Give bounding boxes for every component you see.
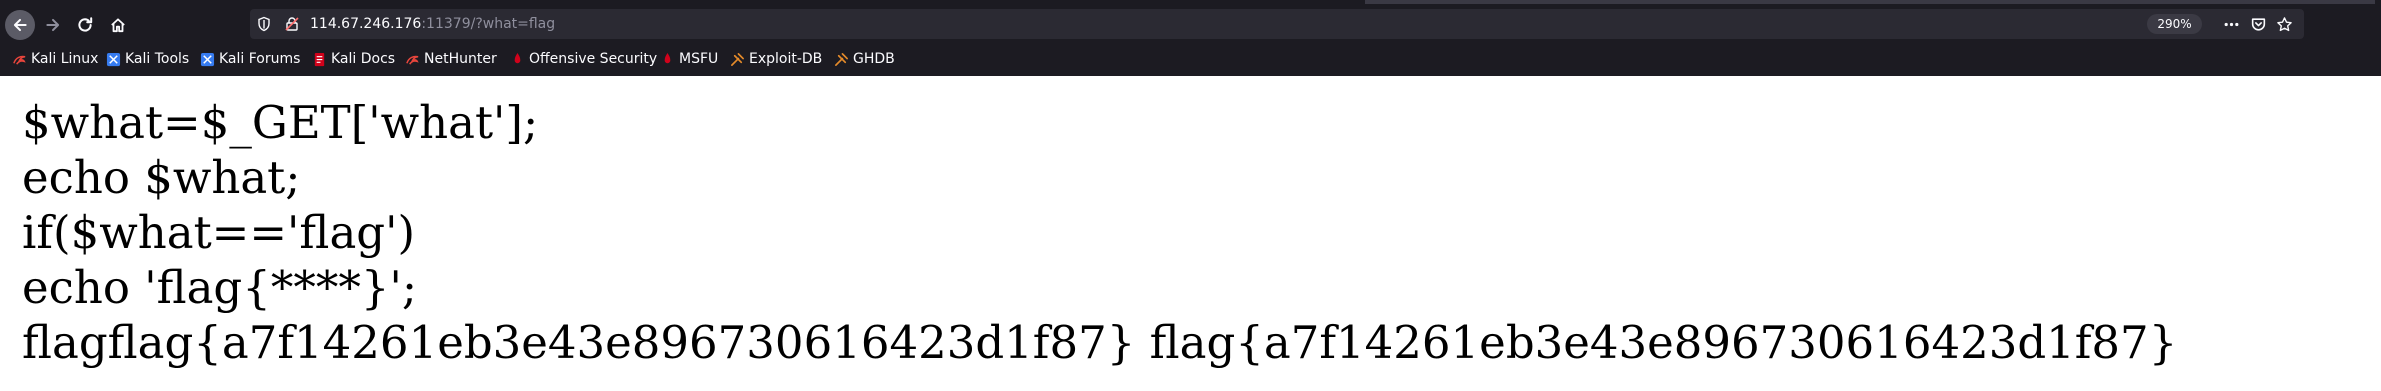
exploit-db-icon <box>731 52 744 66</box>
url-text[interactable]: 114.67.246.176:11379/?what=flag <box>310 9 555 39</box>
offsec-icon <box>514 52 521 63</box>
pocket-icon <box>2251 17 2265 31</box>
code-line: if($what=='flag') <box>22 206 416 259</box>
bookmark-label: Kali Linux <box>31 51 99 67</box>
bookmark-nethunter[interactable]: NetHunter <box>405 47 497 71</box>
code-line: echo $what; <box>22 151 301 204</box>
bookmark-label: Kali Forums <box>219 51 301 67</box>
bookmark-label: Exploit-DB <box>749 51 823 67</box>
bookmark-kali-linux[interactable]: Kali Linux <box>12 47 98 71</box>
bookmark-ghdb[interactable]: GHDB <box>834 47 895 71</box>
tab-strip-edge <box>1365 0 2375 4</box>
more-horizontal-icon <box>2224 22 2238 26</box>
pocket-button[interactable] <box>2248 14 2268 34</box>
bookmarks-toolbar: Kali Linux Kali Tools Kali Forums Kali D… <box>0 47 2381 71</box>
home-icon <box>111 18 125 33</box>
kali-dragon-icon <box>13 55 26 65</box>
star-icon <box>2276 16 2292 31</box>
shield-icon[interactable] <box>256 16 272 32</box>
url-host: 114.67.246.176 <box>310 16 422 32</box>
exploit-db-icon <box>835 52 848 66</box>
kali-docs-icon <box>314 52 325 66</box>
code-line: $what=$_GET['what']; <box>22 96 539 149</box>
bookmark-label: Offensive Security <box>529 51 658 67</box>
offsec-icon <box>664 52 671 63</box>
arrow-right-icon <box>46 18 60 32</box>
page-content: $what=$_GET['what']; echo $what; if($wha… <box>22 95 2177 370</box>
bookmark-label: Kali Docs <box>331 51 396 67</box>
bookmark-kali-docs[interactable]: Kali Docs <box>312 47 395 71</box>
url-path: :11379/?what=flag <box>421 16 556 32</box>
forward-button[interactable] <box>38 10 68 40</box>
home-button[interactable] <box>103 10 133 40</box>
url-bar[interactable]: 114.67.246.176:11379/?what=flag 290% <box>250 9 2304 39</box>
zoom-level-badge[interactable]: 290% <box>2147 14 2202 34</box>
bookmark-star-button[interactable] <box>2274 14 2294 34</box>
insecure-lock-icon[interactable] <box>284 16 300 32</box>
bookmark-kali-tools[interactable]: Kali Tools <box>106 47 189 71</box>
bookmark-msfu[interactable]: MSFU <box>660 47 718 71</box>
bookmark-label: NetHunter <box>424 51 497 67</box>
bookmark-label: MSFU <box>679 51 719 67</box>
flag-output-line: flagflag{a7f14261eb3e43e896730616423d1f8… <box>22 316 2178 369</box>
code-line: echo 'flag{****}'; <box>22 261 418 314</box>
kali-dragon-icon <box>406 55 419 65</box>
reload-button[interactable] <box>70 10 100 40</box>
browser-toolbar: 114.67.246.176:11379/?what=flag 290% Kal… <box>0 0 2381 76</box>
kali-tools-icon <box>106 52 121 66</box>
bookmark-kali-forums[interactable]: Kali Forums <box>200 47 300 71</box>
back-button[interactable] <box>5 10 35 40</box>
arrow-left-icon <box>13 18 27 32</box>
bookmark-label: GHDB <box>853 51 895 67</box>
reload-icon <box>78 17 93 32</box>
bookmark-exploit-db[interactable]: Exploit-DB <box>730 47 822 71</box>
bookmark-offensive-security[interactable]: Offensive Security <box>510 47 657 71</box>
bookmark-label: Kali Tools <box>125 51 190 67</box>
kali-forums-icon <box>200 52 215 66</box>
page-actions-button[interactable] <box>2221 14 2241 34</box>
